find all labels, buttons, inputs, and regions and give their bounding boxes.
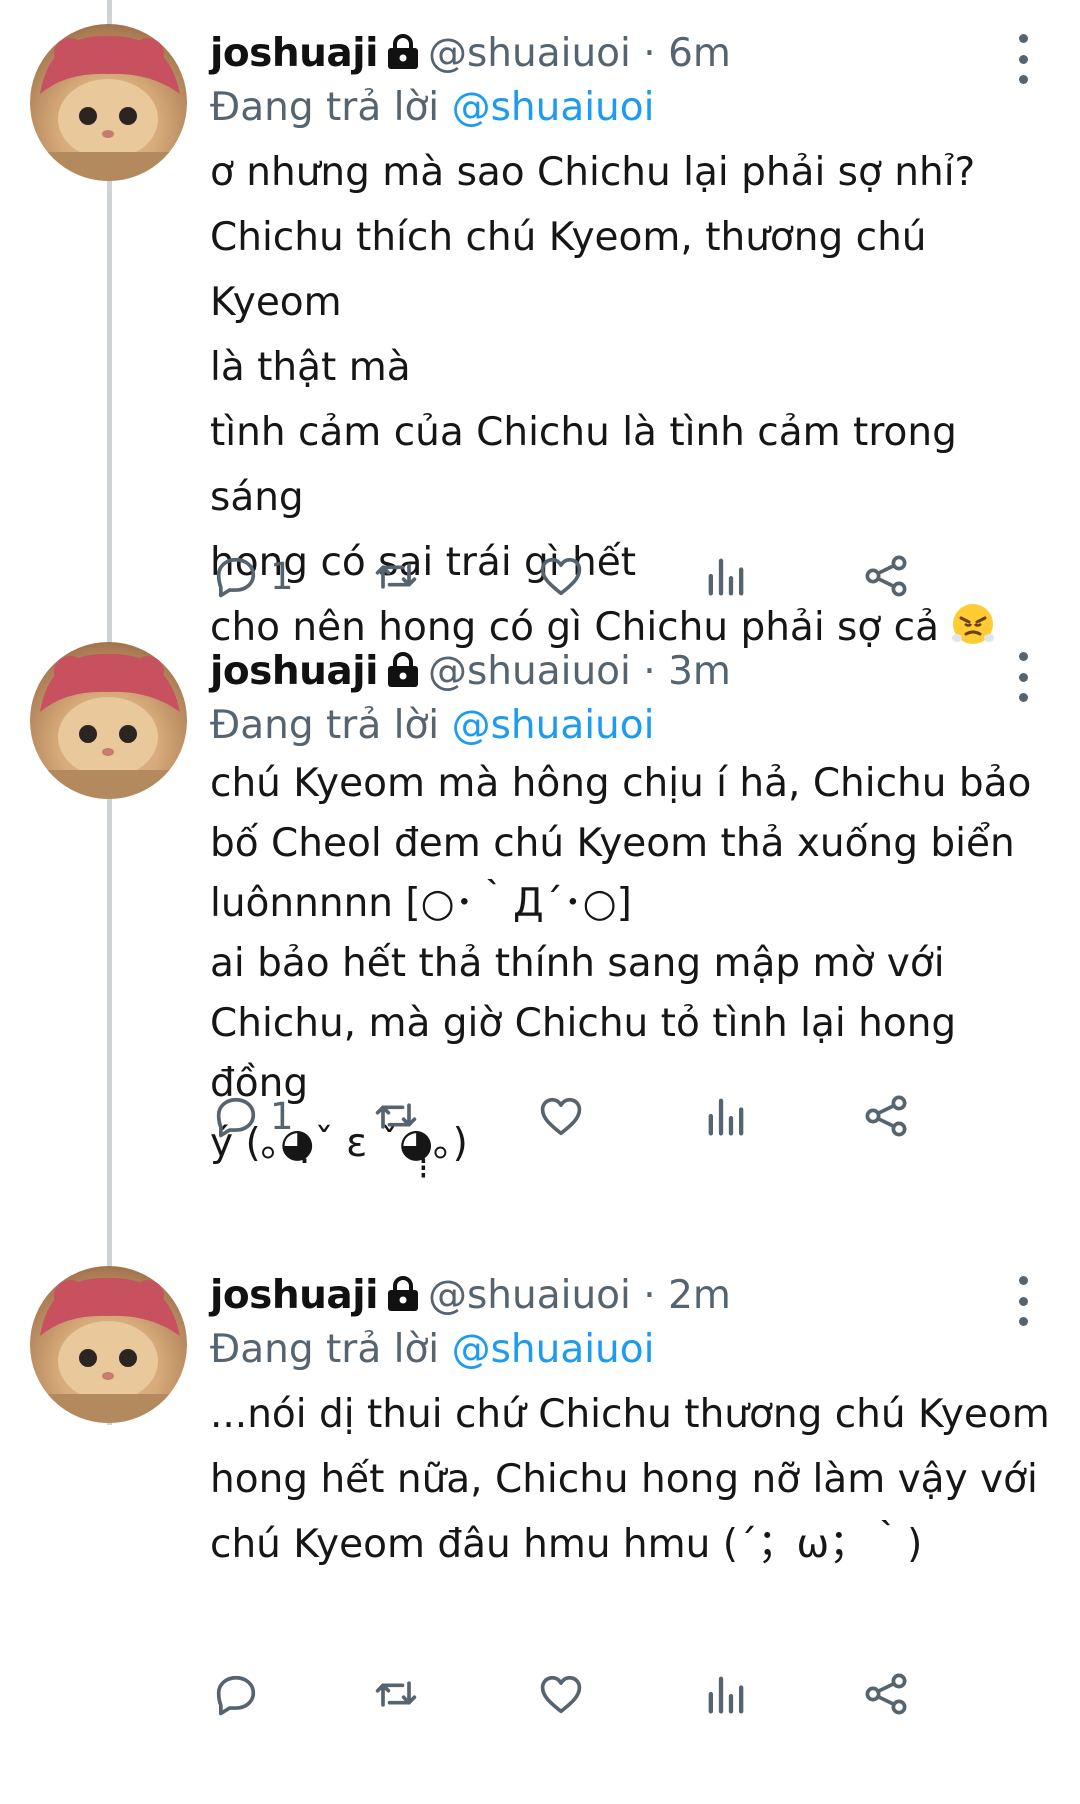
retweet-icon bbox=[375, 563, 417, 589]
views-button[interactable] bbox=[700, 1086, 752, 1146]
mention-link[interactable]: @shuaiuoi bbox=[452, 703, 655, 748]
views-button[interactable] bbox=[700, 546, 752, 606]
tweet-actions: 1 bbox=[210, 546, 1030, 606]
tweet-header: joshuaji @shuaiuoi · 2m bbox=[210, 1270, 731, 1326]
separator-dot: · bbox=[643, 31, 656, 76]
separator-dot: · bbox=[643, 649, 656, 694]
reply-icon bbox=[216, 1675, 256, 1716]
like-button[interactable] bbox=[535, 1664, 587, 1724]
mention-link[interactable]: @shuaiuoi bbox=[452, 1327, 655, 1372]
share-button[interactable] bbox=[860, 1086, 912, 1146]
avatar[interactable] bbox=[30, 642, 187, 799]
separator-dot: · bbox=[643, 1273, 656, 1318]
reply-button[interactable] bbox=[210, 1664, 270, 1724]
more-options-icon[interactable] bbox=[1005, 652, 1041, 702]
retweet-icon bbox=[375, 1681, 417, 1707]
avatar-image bbox=[30, 653, 187, 799]
tweet-header: joshuaji @shuaiuoi · 3m bbox=[210, 646, 731, 702]
replying-to-label: Đang trả lời bbox=[210, 1327, 440, 1372]
tweet-actions: 1 bbox=[210, 1086, 1030, 1146]
replying-to-label: Đang trả lời bbox=[210, 703, 440, 748]
views-icon bbox=[708, 558, 744, 596]
tweet-header: joshuaji @shuaiuoi · 6m bbox=[210, 28, 731, 84]
tweet-text: ...nói dị thui chứ Chichu thương chú Kye… bbox=[210, 1382, 1050, 1577]
heart-icon bbox=[540, 1097, 582, 1136]
mention-link[interactable]: @shuaiuoi bbox=[452, 85, 655, 130]
user-handle[interactable]: @shuaiuoi bbox=[428, 31, 631, 76]
timestamp[interactable]: 2m bbox=[668, 1273, 731, 1318]
views-icon bbox=[708, 1098, 744, 1136]
timestamp[interactable]: 6m bbox=[668, 31, 731, 76]
avatar[interactable] bbox=[30, 1266, 187, 1423]
more-options-icon[interactable] bbox=[1005, 1276, 1041, 1326]
replying-to: Đang trả lời @shuaiuoi bbox=[210, 1324, 654, 1376]
user-handle[interactable]: @shuaiuoi bbox=[428, 649, 631, 694]
reply-button[interactable]: 1 bbox=[210, 546, 294, 606]
views-button[interactable] bbox=[700, 1664, 752, 1724]
reply-count: 1 bbox=[270, 554, 294, 598]
lock-icon bbox=[386, 650, 420, 702]
like-button[interactable] bbox=[535, 546, 587, 606]
more-options-icon[interactable] bbox=[1005, 34, 1041, 84]
heart-icon bbox=[540, 1675, 582, 1714]
share-button[interactable] bbox=[860, 546, 912, 606]
user-handle[interactable]: @shuaiuoi bbox=[428, 1273, 631, 1318]
share-button[interactable] bbox=[860, 1664, 912, 1724]
display-name[interactable]: joshuaji bbox=[210, 649, 378, 694]
tweet-actions bbox=[210, 1664, 1030, 1724]
replying-to: Đang trả lời @shuaiuoi bbox=[210, 82, 654, 134]
timestamp[interactable]: 3m bbox=[668, 649, 731, 694]
avatar-image bbox=[30, 1277, 187, 1423]
retweet-button[interactable] bbox=[370, 1086, 422, 1146]
avatar-image bbox=[30, 35, 187, 181]
retweet-button[interactable] bbox=[370, 546, 422, 606]
tweet[interactable]: joshuaji @shuaiuoi · 6m Đang trả lời @shu… bbox=[0, 0, 1080, 660]
heart-icon bbox=[540, 557, 582, 596]
views-icon bbox=[708, 1676, 744, 1714]
replying-to: Đang trả lời @shuaiuoi bbox=[210, 700, 654, 752]
avatar[interactable] bbox=[30, 24, 187, 181]
retweet-icon bbox=[375, 1103, 417, 1129]
lock-icon bbox=[386, 32, 420, 84]
share-icon bbox=[865, 555, 907, 597]
retweet-button[interactable] bbox=[370, 1664, 422, 1724]
reply-thread: joshuaji @shuaiuoi · 6m Đang trả lời @shu… bbox=[0, 0, 1080, 1804]
share-icon bbox=[865, 1673, 907, 1715]
reply-button[interactable]: 1 bbox=[210, 1086, 294, 1146]
reply-icon bbox=[216, 557, 256, 598]
display-name[interactable]: joshuaji bbox=[210, 31, 378, 76]
replying-to-label: Đang trả lời bbox=[210, 85, 440, 130]
lock-icon bbox=[386, 1274, 420, 1326]
share-icon bbox=[865, 1095, 907, 1137]
reply-icon bbox=[216, 1097, 256, 1138]
tweet[interactable]: joshuaji @shuaiuoi · 3m Đang trả lời @shu… bbox=[0, 618, 1080, 1243]
reply-count: 1 bbox=[270, 1094, 294, 1138]
tweet-text-content: ...nói dị thui chứ Chichu thương chú Kye… bbox=[210, 1392, 1050, 1567]
like-button[interactable] bbox=[535, 1086, 587, 1146]
display-name[interactable]: joshuaji bbox=[210, 1273, 378, 1318]
tweet[interactable]: joshuaji @shuaiuoi · 2m Đang trả lời @shu… bbox=[0, 1242, 1080, 1804]
